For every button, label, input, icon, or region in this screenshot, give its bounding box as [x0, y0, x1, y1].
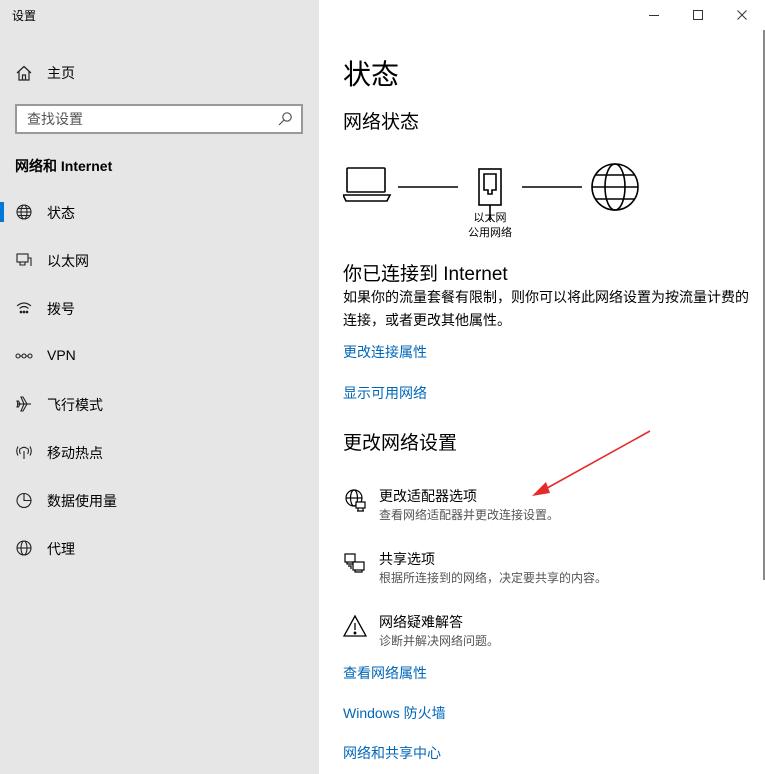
sidebar-item-dialup[interactable]: 拨号 [0, 284, 319, 332]
sidebar-item-label: 状态 [47, 205, 75, 221]
sidebar: 设置 主页 网络和 Internet 状态 以太网 [0, 0, 319, 774]
sidebar-item-label: VPN [47, 347, 76, 363]
view-network-properties-link[interactable]: 查看网络属性 [343, 663, 427, 683]
adapter-globe-icon [345, 489, 366, 512]
sidebar-item-status[interactable]: 状态 [0, 188, 319, 236]
home-nav-item[interactable]: 主页 [0, 56, 319, 88]
option-title: 网络疑难解答 [379, 614, 463, 630]
sidebar-item-data-usage[interactable]: 数据使用量 [0, 476, 319, 524]
sharing-icon [344, 553, 365, 573]
sidebar-item-label: 以太网 [47, 253, 89, 269]
main-panel: 状态 网络状态 以太网 公用网络 你已连接到 Internet 如果你的流量套餐… [319, 0, 765, 774]
search-input[interactable] [27, 110, 267, 128]
network-sharing-center-link[interactable]: 网络和共享中心 [343, 743, 441, 763]
network-troubleshooter[interactable]: 网络疑难解答 诊断并解决网络问题。 [343, 612, 743, 656]
connected-description: 如果你的流量套餐有限制，则你可以将此网络设置为按流量计费的连接，或者更改其他属性… [343, 289, 749, 328]
option-description: 查看网络适配器并更改连接设置。 [379, 508, 560, 522]
network-status-heading: 网络状态 [343, 112, 420, 133]
network-profile: 公用网络 [468, 227, 512, 239]
hotspot-icon [16, 446, 32, 459]
adapter-label: 以太网 公用网络 [450, 211, 530, 241]
network-diagram: 以太网 公用网络 [341, 160, 673, 250]
dialup-icon [16, 302, 32, 314]
home-label: 主页 [47, 65, 75, 81]
change-connection-properties-link[interactable]: 更改连接属性 [343, 342, 427, 362]
search-icon[interactable] [277, 111, 293, 127]
sidebar-item-label: 飞行模式 [47, 397, 103, 413]
section-heading: 网络和 Internet [15, 158, 113, 174]
sidebar-nav: 状态 以太网 拨号 VPN 飞行模式 移动热点 数据使用量 代理 [0, 188, 319, 572]
internet-globe-icon [591, 163, 639, 211]
home-icon [16, 65, 32, 81]
proxy-globe-icon [16, 540, 32, 556]
annotation-arrow [532, 430, 651, 496]
laptop-icon [341, 167, 392, 202]
sidebar-item-label: 代理 [47, 541, 75, 557]
ethernet-icon [16, 253, 32, 266]
data-usage-icon [16, 492, 32, 509]
globe-status-icon [16, 204, 32, 220]
option-description: 诊断并解决网络问题。 [379, 634, 500, 648]
change-settings-heading: 更改网络设置 [343, 433, 458, 454]
page-title: 状态 [343, 59, 400, 90]
option-title: 更改适配器选项 [379, 488, 477, 504]
sidebar-item-ethernet[interactable]: 以太网 [0, 236, 319, 284]
windows-firewall-link[interactable]: Windows 防火墙 [343, 703, 446, 723]
adapter-name: 以太网 [473, 212, 507, 224]
airplane-icon [16, 396, 31, 412]
sidebar-item-label: 拨号 [47, 301, 75, 317]
connected-title: 你已连接到 Internet [343, 264, 508, 285]
sidebar-item-hotspot[interactable]: 移动热点 [0, 428, 319, 476]
sidebar-item-vpn[interactable]: VPN [0, 332, 319, 380]
sidebar-item-proxy[interactable]: 代理 [0, 524, 319, 572]
sidebar-item-label: 移动热点 [47, 445, 103, 461]
sidebar-item-airplane[interactable]: 飞行模式 [0, 380, 319, 428]
app-title: 设置 [12, 9, 37, 23]
vpn-icon [15, 353, 33, 359]
sharing-options[interactable]: 共享选项 根据所连接到的网络，决定要共享的内容。 [343, 549, 743, 593]
option-description: 根据所连接到的网络，决定要共享的内容。 [379, 571, 608, 585]
warning-icon [343, 614, 367, 637]
show-available-networks-link[interactable]: 显示可用网络 [343, 383, 427, 403]
search-box[interactable] [15, 104, 303, 134]
sidebar-item-label: 数据使用量 [47, 493, 117, 509]
option-title: 共享选项 [379, 551, 435, 567]
